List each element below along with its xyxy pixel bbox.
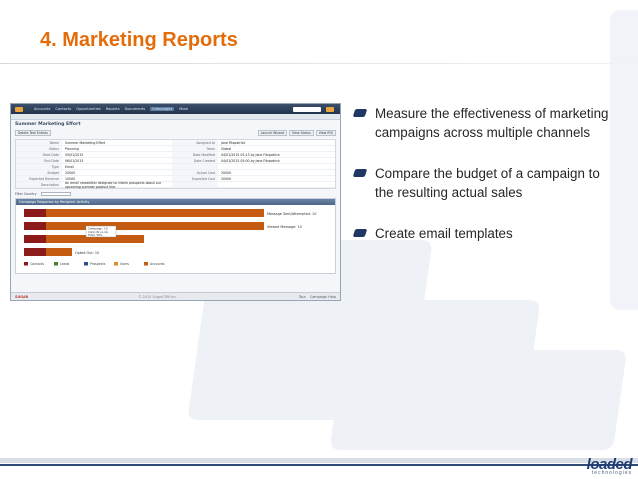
chart-canvas: Message Sent/Attempted: 10 Viewed Message… (24, 209, 316, 266)
field-label: Date Created (172, 158, 218, 163)
field-value: Planning (65, 146, 79, 151)
nav-item[interactable]: Contacts (55, 107, 71, 111)
chart-bar-segment[interactable] (24, 235, 46, 243)
field-label: Description (16, 182, 62, 187)
action-buttons: Delete Test Entries Launch Wizard View S… (11, 129, 340, 137)
nav-item-active[interactable]: Campaigns (150, 107, 175, 111)
bullet-item: Measure the effectiveness of marketing c… (352, 104, 622, 142)
bullet-marker-icon (352, 229, 368, 237)
field-label: Date Modified (172, 152, 218, 157)
field-label: Start Date (16, 152, 62, 157)
delete-test-entries-button[interactable]: Delete Test Entries (15, 130, 51, 136)
legend-swatch (84, 262, 88, 266)
field-value: 04/01/2015 05:00 by Jane Fitzpatrick (221, 158, 280, 163)
filter-row: Filter Country (11, 191, 340, 197)
field-value: Jane Fitzpatrick (221, 140, 246, 145)
view-roi-button[interactable]: View ROI (315, 130, 336, 136)
field-value: Global (221, 146, 232, 151)
nav-item[interactable]: Accounts (34, 107, 50, 111)
chart-panel: Campaign Response by Recipient Activity … (15, 198, 336, 274)
chart-data-label: Message Sent/Attempted: 10 (267, 212, 316, 216)
legend-label: Leads (60, 262, 70, 266)
detail-row: Description An email newsletter designed … (16, 180, 335, 189)
bullet-text: Create email templates (375, 226, 513, 241)
chart-data-label: Viewed Message: 10 (267, 225, 302, 229)
filter-label: Filter Country (15, 192, 37, 196)
chart-bar-segment[interactable] (24, 248, 46, 256)
legend-label: Contacts (30, 262, 44, 266)
field-label: Assigned to (172, 140, 218, 145)
user-avatar[interactable] (326, 106, 334, 112)
field-value: Email (65, 164, 74, 169)
field-label (172, 182, 218, 187)
field-value: 20000 (221, 170, 232, 175)
top-nav: Accounts Contacts Opportunities Reports … (11, 104, 340, 114)
field-value: 04/01/2015 03:13 by Jane Fitzpatrick (221, 152, 280, 157)
field-value: Summer Marketing Effort (65, 140, 106, 145)
chart-data-label: Opted Out: 10 (75, 251, 99, 255)
campaign-help-link[interactable]: Campaign Help (310, 295, 336, 299)
legend-label: Users (120, 262, 129, 266)
app-footer: SUGAR © 2015 SugarCRM Inc. Tour Campaign… (11, 292, 340, 300)
bullet-list: Measure the effectiveness of marketing c… (352, 104, 622, 265)
footer-rule (0, 464, 638, 466)
bullet-marker-icon (352, 169, 368, 177)
field-label: Actual Cost (172, 170, 218, 175)
footer-copyright: © 2015 SugarCRM Inc. (138, 294, 178, 299)
bullet-text: Compare the budget of a campaign to the … (375, 166, 600, 200)
legend-swatch (144, 262, 148, 266)
app-logo-icon (15, 106, 23, 112)
logo-subtitle: technologies (591, 470, 632, 476)
legend-label: Prospects (90, 262, 106, 266)
search-input[interactable] (293, 106, 321, 112)
field-label: End Date (16, 158, 62, 163)
chart-bar[interactable] (24, 222, 264, 230)
record-title: Summer Marketing Effort (15, 122, 81, 127)
background-shape (462, 350, 628, 450)
field-value: 20000 (221, 176, 232, 181)
view-status-button[interactable]: View Status (289, 130, 314, 136)
field-label: Team (172, 146, 218, 151)
launch-wizard-button[interactable]: Launch Wizard (257, 130, 288, 136)
detail-panel: Name Summer Marketing Effort Assigned to Ja… (15, 139, 336, 189)
nav-item[interactable]: More (179, 107, 188, 111)
title-divider (0, 63, 638, 64)
field-value: 05/01/2015 (65, 152, 84, 157)
field-label: Budget (16, 170, 62, 175)
legend-swatch (24, 262, 28, 266)
chart-tooltip-text: Total: 50% (87, 233, 103, 237)
bullet-marker-icon (352, 109, 368, 117)
company-logo: loaded technologies (587, 456, 633, 476)
field-label (172, 164, 218, 169)
tour-link[interactable]: Tour (299, 295, 306, 299)
field-value: An email newsletter designed to inform p… (65, 180, 162, 189)
bullet-text: Measure the effectiveness of marketing c… (375, 106, 609, 140)
legend-swatch (114, 262, 118, 266)
field-label: Name (16, 140, 62, 145)
field-label: Type (16, 164, 62, 169)
chart-bar-segment[interactable] (24, 222, 46, 230)
field-label: Expected Revenue (16, 176, 62, 181)
nav-item[interactable]: Opportunities (76, 107, 101, 111)
field-value: 06/01/2015 (65, 158, 84, 163)
chart-bar-segment[interactable] (24, 209, 46, 217)
nav-item[interactable]: Documents (125, 107, 146, 111)
footer-brand: SUGAR (15, 294, 29, 299)
legend-swatch (54, 262, 58, 266)
sugarcrm-screenshot: Accounts Contacts Opportunities Reports … (10, 103, 341, 301)
legend-label: Accounts (150, 262, 165, 266)
footer-band (0, 458, 638, 463)
bullet-item: Create email templates (352, 224, 622, 243)
nav-item[interactable]: Reports (106, 107, 120, 111)
field-label: Status (16, 146, 62, 151)
chart-bar[interactable] (24, 209, 264, 217)
field-label: Expected Cost (172, 176, 218, 181)
filter-select[interactable] (40, 192, 71, 196)
field-value: 20000 (65, 170, 76, 175)
bullet-item: Compare the budget of a campaign to the … (352, 164, 622, 202)
slide-title: 4. Marketing Reports (40, 29, 238, 51)
